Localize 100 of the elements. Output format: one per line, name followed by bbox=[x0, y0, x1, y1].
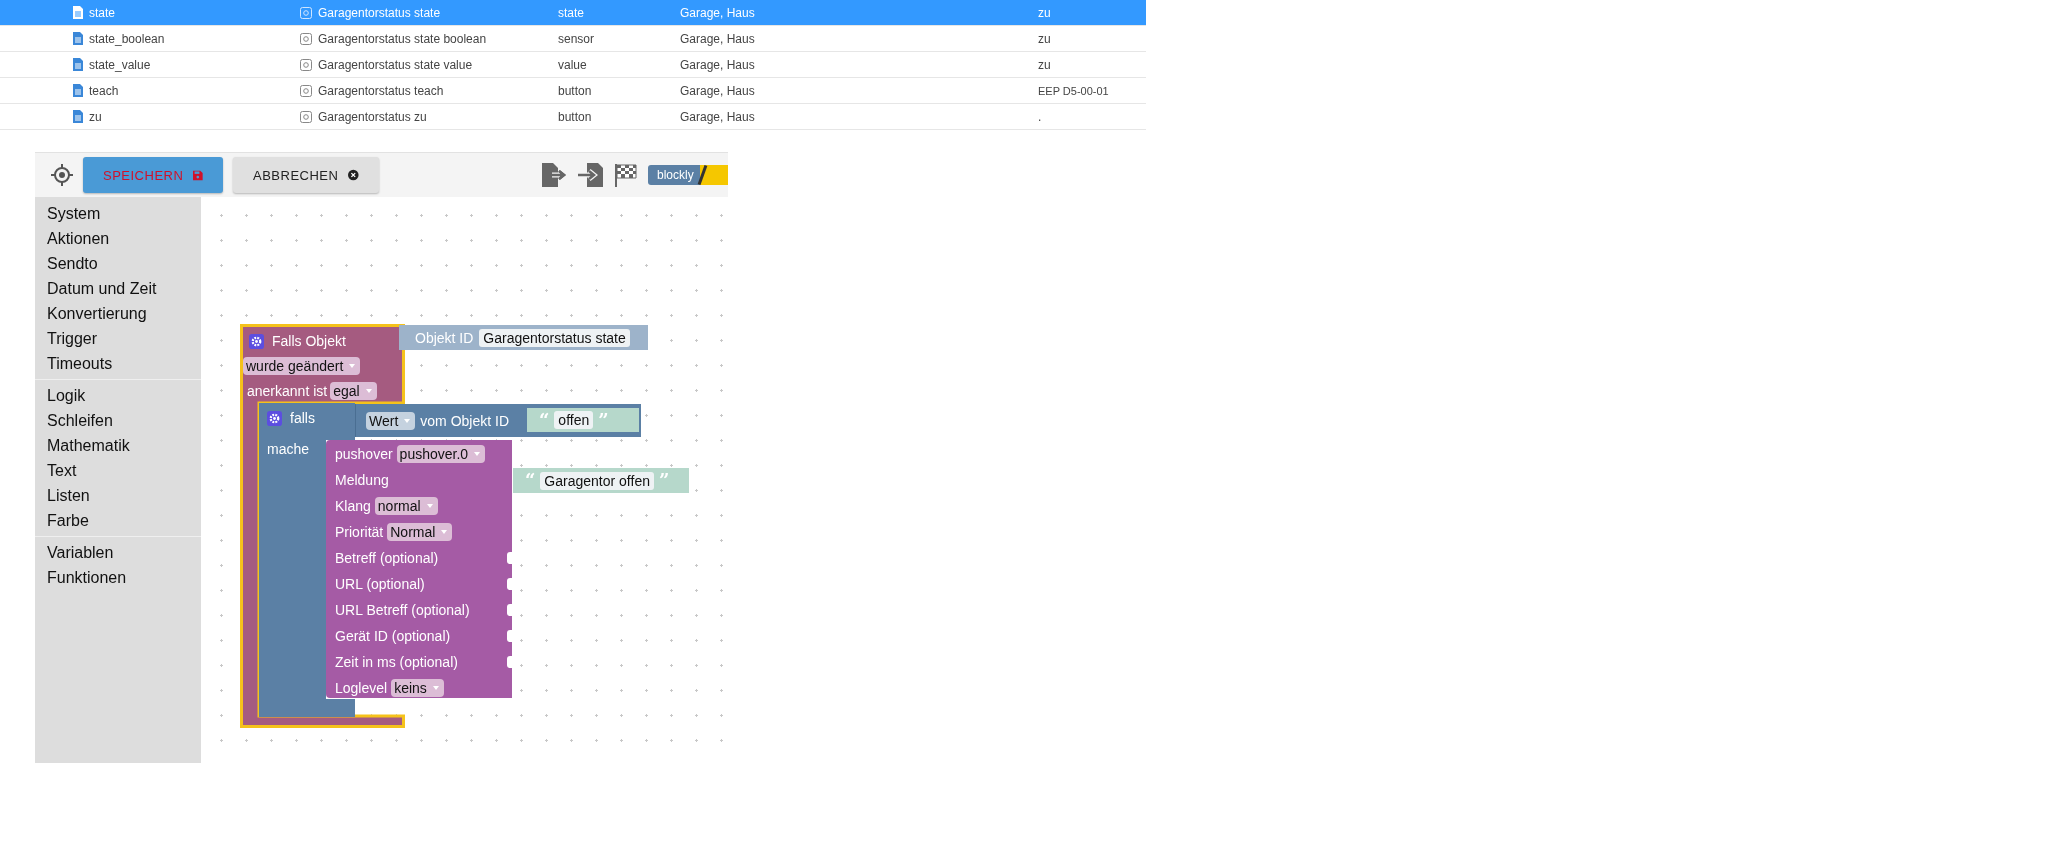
text-field[interactable]: offen bbox=[554, 411, 594, 429]
quote-mark: “ bbox=[525, 470, 536, 491]
input-connector bbox=[507, 656, 512, 668]
value-dropdown[interactable]: Wert bbox=[366, 411, 416, 430]
category-item[interactable]: Listen bbox=[35, 483, 201, 508]
category-item[interactable]: Farbe bbox=[35, 508, 201, 533]
caret-icon bbox=[349, 364, 356, 368]
block-label: anerkannt ist bbox=[247, 383, 328, 399]
category-item[interactable]: Text bbox=[35, 458, 201, 483]
block-label: URL (optional) bbox=[335, 576, 425, 592]
ack-dropdown[interactable]: egal bbox=[330, 382, 377, 400]
object-rooms: Garage, Haus bbox=[680, 57, 755, 72]
object-value: zu bbox=[1038, 5, 1051, 20]
target-icon[interactable] bbox=[51, 164, 73, 186]
category-item[interactable]: Funktionen bbox=[35, 565, 201, 590]
object-description: Garagentorstatus state value bbox=[318, 57, 473, 72]
category-item[interactable]: Konvertierung bbox=[35, 301, 201, 326]
block-label: Betreff (optional) bbox=[335, 550, 439, 566]
import-icon[interactable] bbox=[578, 163, 604, 187]
event-dropdown[interactable]: wurde geändert bbox=[243, 357, 361, 375]
table-row[interactable]: state_boolean Garagentorstatus state boolean sensor Garage, Haus zu bbox=[0, 26, 1146, 52]
pushover-block[interactable]: pushover pushover.0 Meldung Klang normal Priorität Normal Betreff (optional) URL (optional) URL Betreff (optional) Gerät ID (optional) Zeit in ms (optional) Loglevel keins bbox=[326, 440, 512, 698]
object-value: EEP D5-00-01 bbox=[1038, 84, 1109, 97]
object-rooms: Garage, Haus bbox=[680, 83, 755, 98]
state-icon bbox=[300, 110, 312, 123]
object-value: zu bbox=[1038, 31, 1051, 46]
quote-mark: ” bbox=[598, 409, 609, 431]
object-rooms: Garage, Haus bbox=[680, 31, 755, 46]
table-row[interactable]: zu Garagentorstatus zu button Garage, Haus . bbox=[0, 104, 1146, 130]
input-connector bbox=[507, 578, 512, 590]
object-type: button bbox=[558, 109, 592, 124]
object-type: state bbox=[558, 5, 584, 20]
option-dropdown[interactable]: Normal bbox=[387, 523, 453, 541]
flag-icon[interactable] bbox=[614, 163, 638, 187]
block-label: Zeit in ms (optional) bbox=[335, 654, 458, 670]
block-label: Klang bbox=[335, 498, 371, 514]
object-type: value bbox=[558, 57, 587, 72]
text-block[interactable]: “ offen ” bbox=[527, 408, 639, 432]
state-icon bbox=[300, 32, 312, 45]
category-item[interactable]: Mathematik bbox=[35, 433, 201, 458]
object-type: button bbox=[558, 83, 592, 98]
object-name: zu bbox=[89, 109, 102, 124]
object-type: sensor bbox=[558, 31, 595, 46]
state-icon bbox=[300, 58, 312, 71]
object-description: Garagentorstatus state bbox=[318, 5, 441, 20]
caret-icon bbox=[432, 686, 439, 690]
input-connector bbox=[507, 552, 512, 564]
option-dropdown[interactable]: keins bbox=[391, 679, 444, 697]
caret-icon bbox=[365, 389, 372, 393]
category-item[interactable]: System bbox=[35, 201, 201, 226]
text-field[interactable]: Garagentor offen bbox=[540, 471, 654, 490]
category-item[interactable]: Trigger bbox=[35, 326, 201, 351]
caret-icon bbox=[474, 452, 481, 456]
block-label: pushover bbox=[335, 446, 393, 462]
object-description: Garagentorstatus state boolean bbox=[318, 31, 487, 46]
cancel-button[interactable]: ABBRECHEN bbox=[233, 157, 379, 193]
input-connector bbox=[507, 630, 512, 642]
save-icon bbox=[193, 169, 203, 181]
quote-mark: “ bbox=[539, 409, 550, 431]
state-icon bbox=[300, 84, 312, 97]
caret-icon bbox=[426, 504, 433, 508]
block-label: Gerät ID (optional) bbox=[335, 628, 451, 644]
category-item[interactable]: Variablen bbox=[35, 540, 201, 565]
option-dropdown[interactable]: normal bbox=[374, 497, 438, 515]
object-name: teach bbox=[89, 83, 119, 98]
block-label: mache bbox=[267, 441, 310, 457]
category-item[interactable]: Aktionen bbox=[35, 226, 201, 251]
category-item[interactable]: Timeouts bbox=[35, 351, 201, 376]
block-label: Objekt ID bbox=[415, 329, 474, 346]
block-label: vom Objekt ID bbox=[420, 412, 509, 429]
table-row[interactable]: state_value Garagentorstatus state value value Garage, Haus zu bbox=[0, 52, 1146, 78]
file-icon bbox=[73, 32, 83, 45]
object-description: Garagentorstatus zu bbox=[318, 109, 427, 124]
object-value: . bbox=[1038, 109, 1042, 124]
block-label: falls bbox=[290, 410, 315, 426]
block-label: Meldung bbox=[335, 472, 389, 488]
category-item[interactable]: Datum und Zeit bbox=[35, 276, 201, 301]
export-icon[interactable] bbox=[542, 163, 568, 187]
option-dropdown[interactable]: pushover.0 bbox=[396, 445, 486, 463]
quote-mark: ” bbox=[658, 470, 670, 491]
state-icon bbox=[300, 6, 312, 19]
badge-label: blockly bbox=[657, 168, 694, 182]
input-connector bbox=[507, 604, 512, 616]
file-icon bbox=[73, 110, 83, 123]
category-item[interactable]: Schleifen bbox=[35, 408, 201, 433]
object-id-block[interactable]: Objekt ID Garagentorstatus state bbox=[399, 325, 648, 350]
file-icon bbox=[73, 58, 83, 71]
object-rooms: Garage, Haus bbox=[680, 109, 755, 124]
object-rooms: Garage, Haus bbox=[680, 5, 755, 20]
object-name: state_value bbox=[89, 57, 151, 72]
caret-icon bbox=[404, 418, 411, 423]
block-label: Falls Objekt bbox=[272, 333, 346, 349]
close-icon bbox=[348, 168, 359, 182]
block-label: Priorität bbox=[335, 524, 384, 540]
table-row[interactable]: teach Garagentorstatus teach button Garage, Haus EEP D5-00-01 bbox=[0, 78, 1146, 104]
category-item[interactable]: Logik bbox=[35, 383, 201, 408]
category-item[interactable]: Sendto bbox=[35, 251, 201, 276]
object-id-field[interactable]: Garagentorstatus state bbox=[479, 328, 630, 347]
text-block[interactable]: “ Garagentor offen ” bbox=[513, 468, 689, 493]
object-name: state bbox=[89, 5, 115, 20]
